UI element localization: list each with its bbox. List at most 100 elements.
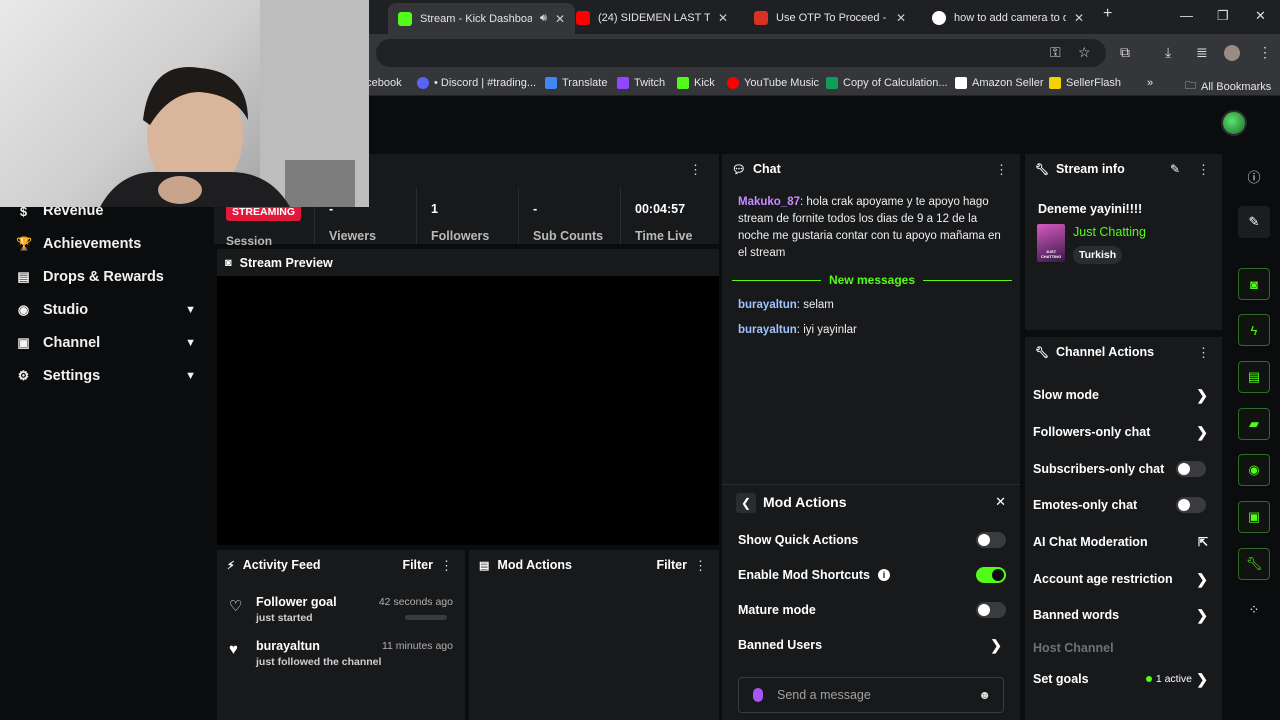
close-window-icon[interactable]: ✕	[1255, 8, 1266, 24]
show-quick-actions-toggle[interactable]	[976, 532, 1006, 548]
nav-studio[interactable]: ◉ Studio ▼	[16, 298, 202, 322]
bookmark-translate[interactable]: Translate	[545, 77, 607, 89]
close-tab-icon[interactable]: ✕	[718, 11, 728, 25]
emoji-icon[interactable]: ☻	[978, 688, 991, 702]
stats-menu-icon[interactable]: ⋮	[689, 162, 702, 178]
document-icon: ▤	[479, 559, 490, 572]
browser-menu-icon[interactable]: ⋮	[1258, 44, 1272, 61]
webcam-person-image	[100, 0, 369, 207]
chat-header: 💬︎ Chat	[732, 162, 781, 176]
activity-menu-icon[interactable]: ⋮	[440, 558, 453, 574]
document-icon[interactable]: ▤	[1238, 361, 1270, 393]
wrench-icon[interactable]: 🔧︎	[1238, 548, 1270, 580]
time-live-stat: 00:04:57 Time Live	[620, 188, 719, 244]
nav-settings[interactable]: ⚙ Settings ▼	[16, 364, 202, 388]
close-tab-icon[interactable]: ✕	[1074, 11, 1084, 25]
enable-mod-shortcuts-toggle[interactable]	[976, 567, 1006, 583]
preview-icon: ◙	[225, 256, 232, 269]
new-tab-button[interactable]: +	[1103, 5, 1112, 23]
tab-gmail[interactable]: Use OTP To Proceed - ibay ✕	[744, 4, 916, 32]
session-label: Session	[226, 234, 273, 248]
nav-channel[interactable]: ▣ Channel ▼	[16, 331, 202, 355]
emotes-only-toggle[interactable]	[1176, 497, 1206, 513]
bookmark-star-icon[interactable]: ☆	[1078, 44, 1091, 61]
webcam-overlay	[0, 0, 369, 207]
mature-mode-toggle[interactable]	[976, 602, 1006, 618]
broadcast-icon[interactable]: ◉	[1238, 454, 1270, 486]
close-tab-icon[interactable]: ✕	[555, 12, 565, 26]
all-bookmarks-button[interactable]: 🗀 All Bookmarks	[1185, 77, 1271, 96]
category-thumbnail[interactable]: JUST CHATTING	[1037, 224, 1065, 262]
mod-panel-menu-icon[interactable]: ⋮	[694, 558, 707, 574]
bookmark-amazon[interactable]: Amazon Seller	[955, 77, 1044, 89]
external-link-icon: ⇱	[1197, 535, 1208, 549]
info-icon[interactable]: ⓘ	[1238, 160, 1270, 192]
extensions-icon[interactable]: ⧉	[1120, 44, 1130, 61]
followers-only-chat-row[interactable]: Followers-only chat ❯	[1033, 421, 1214, 443]
set-goals-row[interactable]: Set goals 1 active ❯	[1033, 668, 1214, 690]
password-key-icon[interactable]: ⚿	[1050, 44, 1061, 61]
slow-mode-row[interactable]: Slow mode ❯	[1033, 384, 1214, 406]
edit-pencil-icon[interactable]: ✎	[1170, 162, 1180, 176]
chevron-right-icon: ❯	[1196, 670, 1208, 687]
sellerflash-icon	[1049, 77, 1061, 89]
send-message-input[interactable]	[777, 688, 967, 702]
subscribers-only-toggle[interactable]	[1176, 461, 1206, 477]
close-icon[interactable]: ✕	[995, 494, 1006, 510]
sheets-icon	[826, 77, 838, 89]
bookmark-sheets[interactable]: Copy of Calculation...	[826, 77, 948, 89]
banned-users-row[interactable]: Banned Users ❯	[738, 634, 1006, 656]
folder-icon: 🗀	[1185, 80, 1196, 92]
banned-words-row[interactable]: Banned words ❯	[1033, 604, 1214, 626]
minimize-icon[interactable]: —	[1180, 8, 1193, 23]
heart-icon: ♥	[229, 641, 238, 658]
profile-avatar[interactable]	[1224, 45, 1240, 61]
lightning-icon: ⚡︎	[227, 559, 235, 572]
activity-filter-button[interactable]: Filter	[402, 558, 433, 572]
gmail-favicon-icon	[754, 11, 768, 25]
restore-icon[interactable]: ❐	[1217, 8, 1229, 24]
left-sidebar: $ Revenue 🏆 Achievements ▤ Drops & Rewar…	[0, 154, 214, 720]
account-age-restriction-row[interactable]: Account age restriction ❯	[1033, 568, 1214, 590]
microphone-icon[interactable]	[753, 688, 763, 702]
more-bookmarks-button[interactable]: »	[1147, 77, 1153, 89]
chevron-down-icon: ▼	[185, 304, 196, 316]
bookmark-discord[interactable]: • Discord | #trading...	[417, 77, 536, 89]
download-icon[interactable]: ⤓	[1165, 44, 1171, 61]
bookmark-youtube-music[interactable]: YouTube Music	[727, 77, 819, 89]
stream-info-menu-icon[interactable]: ⋮	[1197, 162, 1210, 178]
show-quick-actions-row: Show Quick Actions	[738, 529, 1006, 551]
ai-chat-moderation-row[interactable]: AI Chat Moderation ⇱	[1033, 531, 1214, 553]
discord-icon	[417, 77, 429, 89]
lightning-icon[interactable]: ϟ	[1238, 314, 1270, 346]
tab-kick-dashboard[interactable]: Stream - Kick Dashboard 🔊︎ ✕	[388, 3, 575, 34]
close-tab-icon[interactable]: ✕	[896, 11, 906, 25]
chat-menu-icon[interactable]: ⋮	[995, 162, 1008, 178]
stream-preview[interactable]: ◙ Stream Preview	[217, 249, 719, 545]
channel-actions-menu-icon[interactable]: ⋮	[1197, 345, 1210, 361]
bookmark-twitch[interactable]: Twitch	[617, 77, 665, 89]
omnibox-input[interactable]	[376, 39, 1106, 67]
chevron-right-icon: ❯	[1196, 570, 1208, 587]
media-control-icon[interactable]: ≣	[1196, 44, 1208, 61]
chat-bubble-icon[interactable]: ▰	[1238, 408, 1270, 440]
video-camera-icon[interactable]: ▣	[1238, 501, 1270, 533]
nav-drops-rewards[interactable]: ▤ Drops & Rewards	[16, 265, 202, 289]
edit-pencil-icon[interactable]: ✎	[1238, 206, 1270, 238]
bookmark-kick[interactable]: Kick	[677, 77, 715, 89]
tab-youtube[interactable]: (24) SIDEMEN LAST TO LEAVE ✕	[566, 4, 738, 32]
mod-filter-button[interactable]: Filter	[656, 558, 687, 572]
user-avatar[interactable]	[1221, 110, 1247, 136]
new-messages-divider[interactable]: New messages	[732, 273, 1012, 287]
nav-achievements[interactable]: 🏆 Achievements	[16, 232, 202, 256]
back-arrow-icon[interactable]: ❮	[736, 493, 756, 513]
category-link[interactable]: Just Chatting	[1073, 225, 1146, 239]
tab-google[interactable]: how to add camera to obs ✕	[922, 4, 1094, 32]
bookmark-sellerflash[interactable]: SellerFlash	[1049, 77, 1121, 89]
preview-icon[interactable]: ◙	[1238, 268, 1270, 300]
info-icon[interactable]: i	[877, 569, 890, 581]
active-dot-icon	[1145, 676, 1152, 682]
goals-status: 1 active	[1145, 673, 1192, 685]
stream-preview-header: ◙ Stream Preview	[217, 249, 719, 276]
apps-icon[interactable]: ⁘	[1238, 594, 1270, 626]
